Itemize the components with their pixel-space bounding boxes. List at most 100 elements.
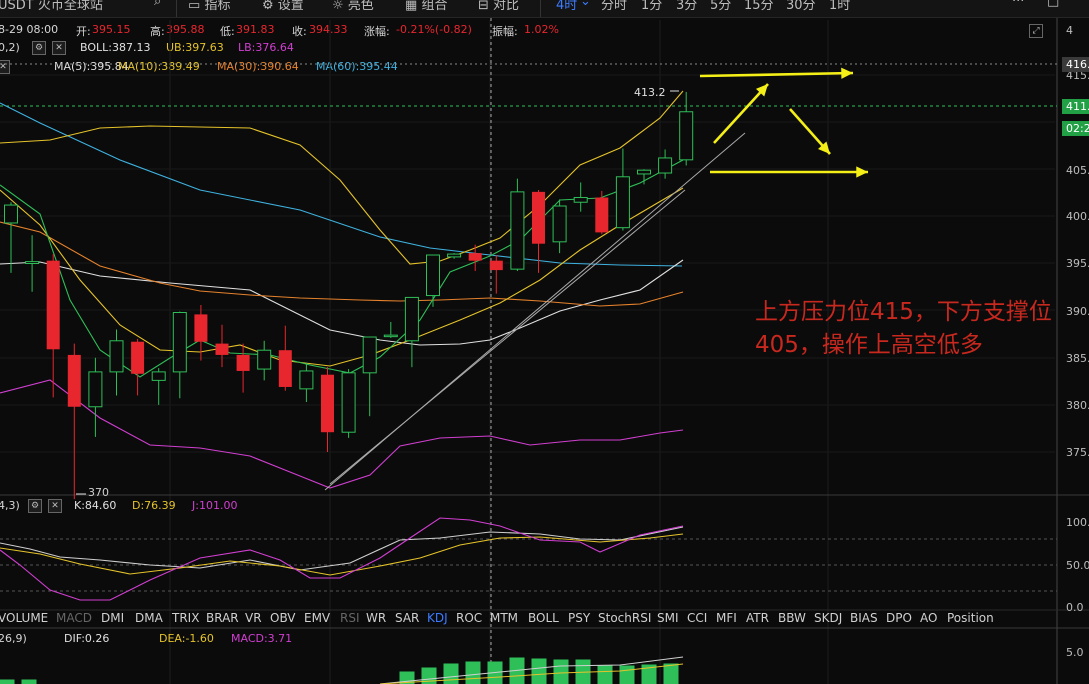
- candle-body: [510, 191, 525, 270]
- kdj-axis-label: 100.: [1066, 516, 1089, 529]
- low-marker: 370: [88, 486, 109, 499]
- tab-brar[interactable]: BRAR: [206, 611, 239, 625]
- macd-histogram: [0, 656, 684, 684]
- tab-dmi[interactable]: DMI: [101, 611, 124, 625]
- candle: [362, 336, 377, 417]
- tab-dma[interactable]: DMA: [135, 611, 163, 625]
- candle: [573, 182, 588, 212]
- candle-body: [426, 254, 440, 297]
- kdj-axis-label: 50.0: [1066, 559, 1089, 572]
- tab-skdj[interactable]: SKDJ: [814, 611, 842, 625]
- kdj-k-line: [0, 526, 684, 571]
- tab-vr[interactable]: VR: [245, 611, 262, 625]
- tab-atr[interactable]: ATR: [746, 611, 769, 625]
- candle: [510, 178, 525, 272]
- candle: [552, 199, 567, 254]
- candle-body: [595, 197, 609, 233]
- candle: [404, 296, 419, 368]
- indicator-lines: [0, 90, 684, 489]
- price-axis-top: 4: [1066, 24, 1073, 37]
- candle-body: [321, 374, 334, 433]
- candle-body: [67, 354, 81, 407]
- tab-bbw[interactable]: BBW: [778, 611, 806, 625]
- tab-sar[interactable]: SAR: [395, 611, 419, 625]
- candle-body: [383, 334, 398, 338]
- candle-body: [278, 350, 292, 387]
- kdj-lines: [0, 517, 684, 601]
- tab-cci[interactable]: CCI: [687, 611, 707, 625]
- kdj-j-line: [0, 517, 684, 601]
- candle-body: [46, 260, 60, 350]
- kdj-k: K:84.60: [74, 499, 117, 512]
- macd-bar: [0, 679, 15, 684]
- macd-dea: DEA:-1.60: [159, 632, 214, 645]
- candle-body: [552, 205, 567, 243]
- macd-value: MACD:3.71: [231, 632, 293, 645]
- tab-rsi[interactable]: RSI: [340, 611, 360, 625]
- candle: [236, 343, 250, 393]
- candle: [426, 254, 440, 307]
- arrow-up: [713, 83, 769, 144]
- candle: [131, 338, 145, 396]
- upper-price-tag: 416.: [1062, 57, 1089, 72]
- drawings: [324, 67, 868, 491]
- tab-position[interactable]: Position: [947, 611, 994, 625]
- candle-body: [637, 169, 651, 175]
- price-axis-label: 405.: [1066, 164, 1089, 177]
- tab-obv[interactable]: OBV: [270, 611, 296, 625]
- macd-bar: [619, 665, 635, 684]
- candle: [321, 367, 334, 452]
- arrow-shaft: [713, 83, 769, 144]
- tab-mtm[interactable]: MTM: [490, 611, 518, 625]
- tab-psy[interactable]: PSY: [568, 611, 590, 625]
- candle: [88, 357, 103, 437]
- candle: [278, 325, 292, 391]
- arrow-shaft: [699, 71, 854, 78]
- arrow-down: [789, 108, 831, 155]
- tab-bias[interactable]: BIAS: [850, 611, 878, 625]
- candle: [4, 202, 18, 273]
- arrow-head: [856, 166, 868, 178]
- tab-trix[interactable]: TRIX: [172, 611, 199, 625]
- tab-wr[interactable]: WR: [366, 611, 386, 625]
- tab-boll[interactable]: BOLL: [528, 611, 559, 625]
- tab-mfi[interactable]: MFI: [716, 611, 737, 625]
- candle-body: [25, 261, 40, 264]
- tab-emv[interactable]: EMV: [304, 611, 330, 625]
- candle: [299, 362, 314, 403]
- macd-bar: [21, 679, 37, 684]
- tab-kdj[interactable]: KDJ: [427, 611, 448, 625]
- kdj-close-icon[interactable]: ✕: [48, 499, 62, 513]
- candle-body: [468, 253, 482, 261]
- tab-smi[interactable]: SMI: [657, 611, 679, 625]
- tab-macd[interactable]: MACD: [56, 611, 92, 625]
- candle: [341, 369, 356, 438]
- analysis-annotation: 上方压力位415，下方支撑位405，操作上高空低多: [755, 299, 1052, 358]
- candle: [658, 149, 673, 179]
- kdj-d-line: [0, 533, 684, 576]
- macd-bar: [663, 663, 679, 684]
- candle-body: [194, 314, 208, 342]
- candle: [215, 324, 229, 368]
- candle-body: [88, 371, 103, 408]
- candle-body: [299, 370, 314, 390]
- kdj-j: J:101.00: [192, 499, 238, 512]
- tab-volume[interactable]: VOLUME: [0, 611, 48, 625]
- candle-body: [109, 340, 124, 373]
- candle: [151, 368, 166, 405]
- candle-countdown: 02:28: [1062, 121, 1089, 136]
- kdj-settings-gear-icon[interactable]: ⚙: [28, 499, 42, 513]
- price-axis-label: 400.: [1066, 210, 1089, 223]
- expand-icon[interactable]: ⤢: [1029, 24, 1043, 38]
- tab-dpo[interactable]: DPO: [886, 611, 912, 625]
- price-axis-label: 375.: [1066, 446, 1089, 459]
- candle: [615, 148, 630, 231]
- price-axis-label: 395.: [1066, 257, 1089, 270]
- tab-roc[interactable]: ROC: [456, 611, 482, 625]
- candle-body: [658, 157, 673, 174]
- tab-ao[interactable]: AO: [920, 611, 937, 625]
- tab-stochrsi[interactable]: StochRSI: [598, 611, 651, 625]
- macd-params: 26,9): [0, 632, 27, 645]
- arrow-right-upper: [699, 67, 854, 79]
- candle-body: [447, 253, 462, 258]
